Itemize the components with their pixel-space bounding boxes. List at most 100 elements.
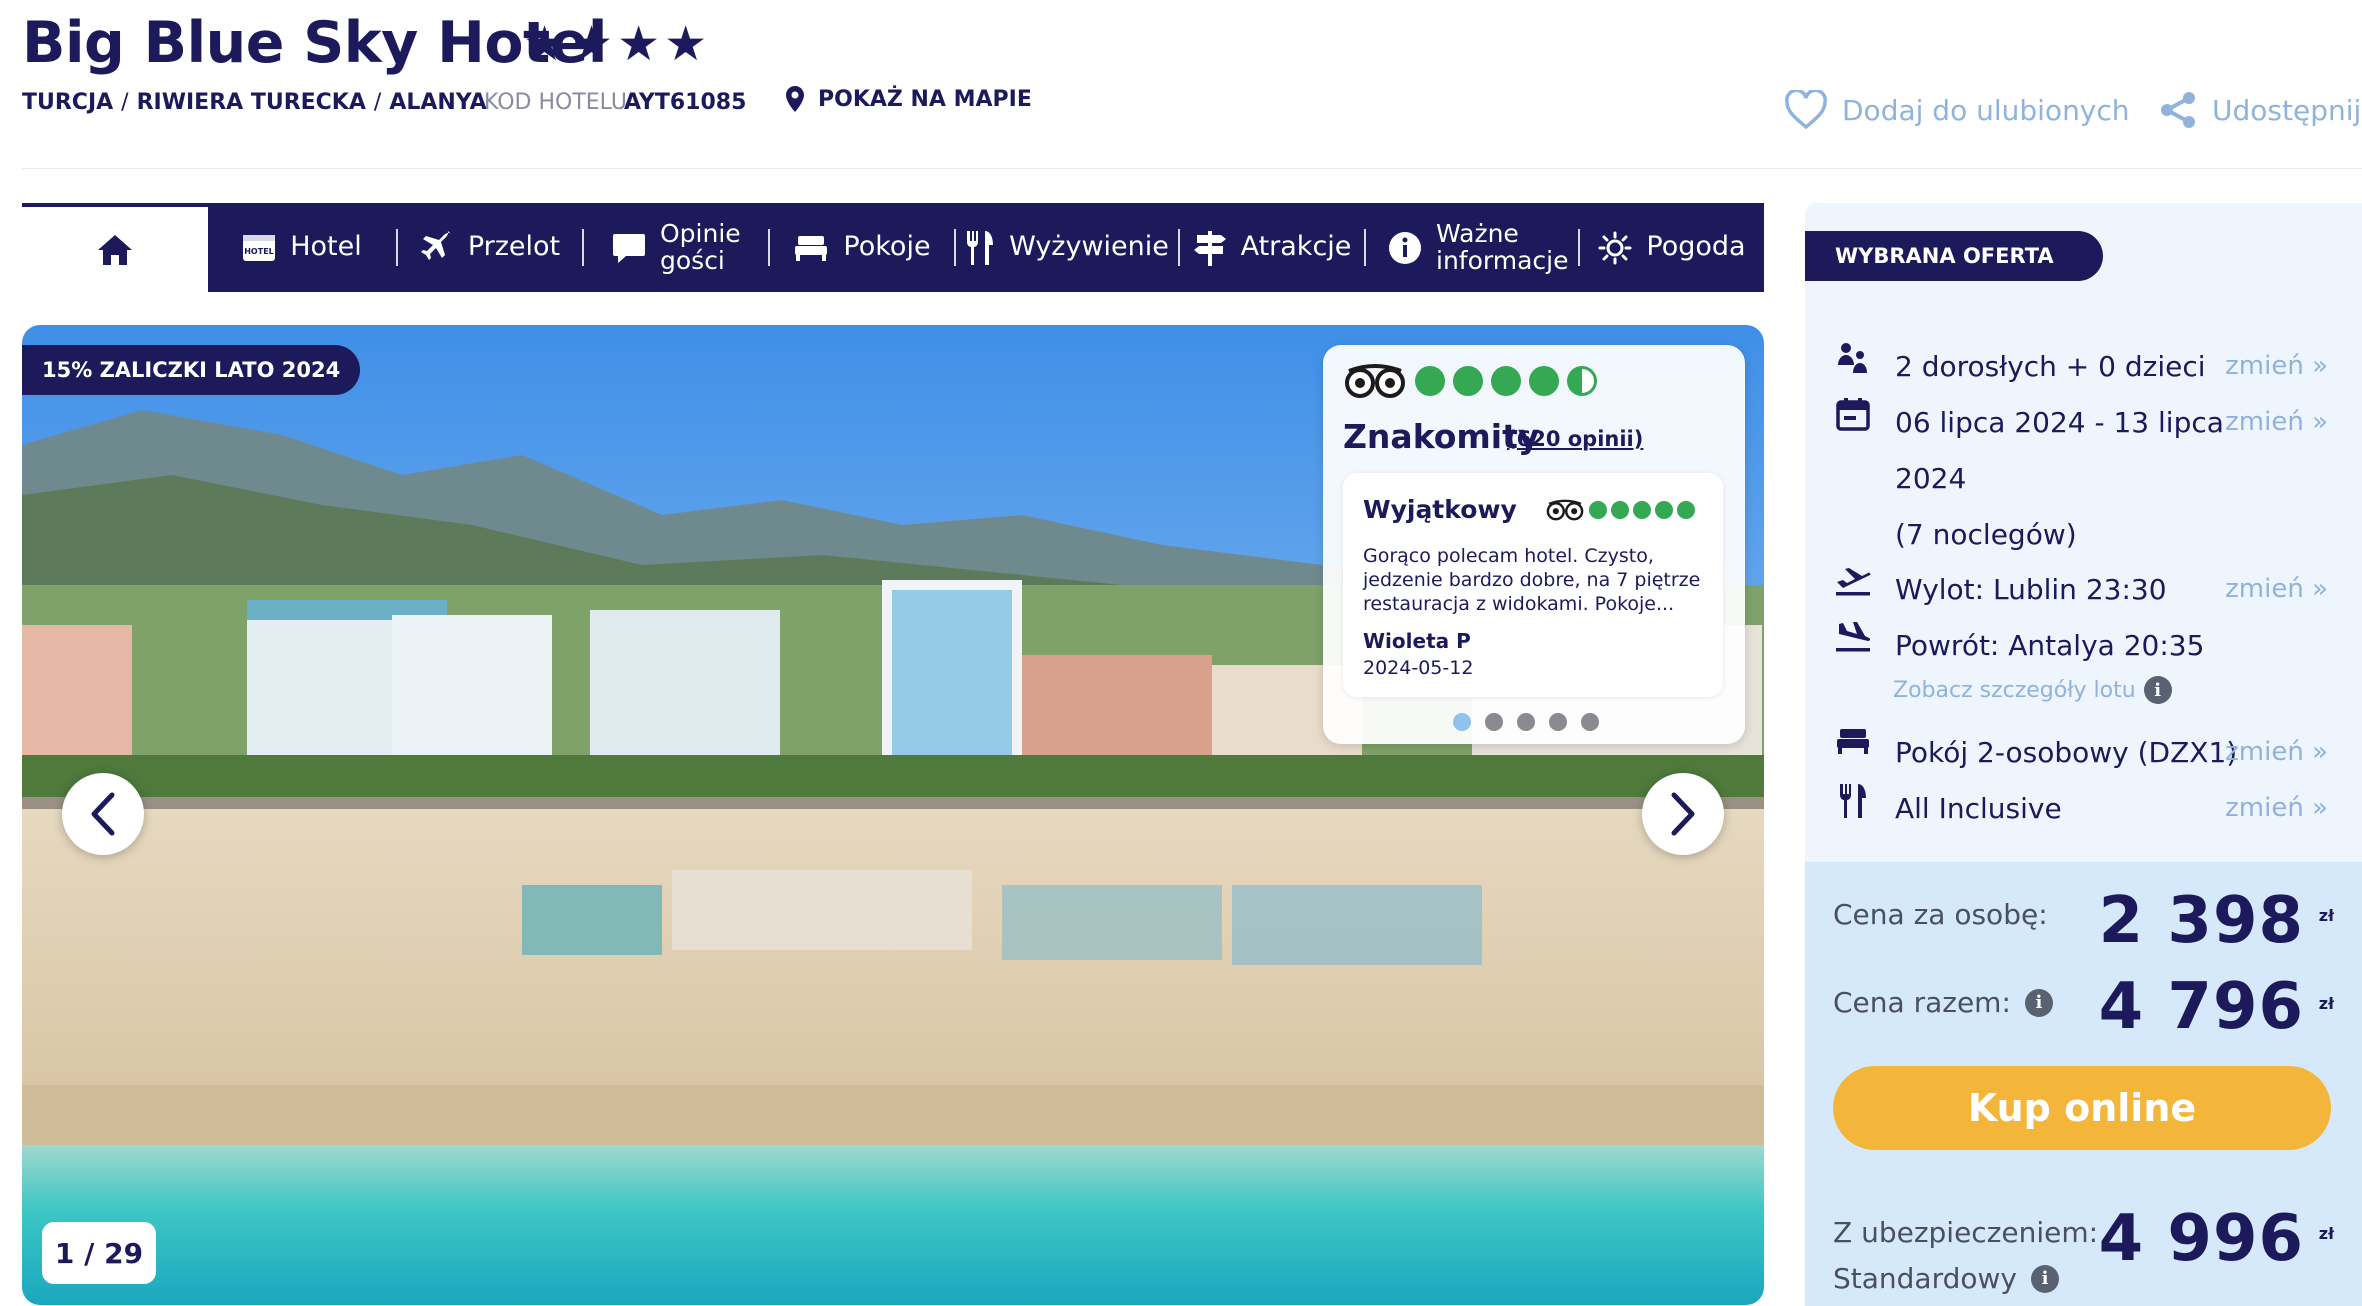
carousel-dot[interactable] [1485,713,1503,731]
price-total: 4 796 [2098,970,2304,1044]
bed-icon [795,235,828,261]
show-on-map-link[interactable]: POKAŻ NA MAPIE [786,86,1032,112]
info-icon [1389,231,1421,264]
gallery-prev-button[interactable] [62,773,144,855]
breadcrumb-separator: / [373,90,382,115]
review-count-link[interactable]: (620 opinii) [1507,427,1643,451]
hotel-title: Big Blue Sky Hotel [22,10,607,76]
breadcrumb-separator: / [121,90,129,115]
insurance-label-line1: Z ubezpieczeniem: [1833,1216,2099,1249]
plane-icon [420,230,451,260]
plane-departure-icon [1836,568,1871,596]
tab-flight-label: Przelot [467,231,561,263]
offer-room: Pokój 2-osobowy (DZX1) [1895,736,2238,769]
price-with-insurance: 4 996 [2098,1202,2304,1276]
tab-flight[interactable]: Przelot [398,203,582,292]
price-per-person-label: Cena za osobę: [1833,898,2048,931]
selected-offer-badge: WYBRANA OFERTA [1805,231,2103,281]
plane-arrival-icon [1836,622,1871,652]
rating-bubble [1415,366,1445,396]
rating-bubble-half [1567,366,1597,396]
tab-home[interactable] [22,203,208,292]
offer-travelers-row: 2 dorosłych + 0 dzieci [1835,339,2206,395]
hotel-stars: ★★★★ [523,16,712,72]
info-icon[interactable]: i [2024,988,2053,1017]
tab-weather[interactable]: Pogoda [1580,203,1764,292]
share-icon [2161,92,2195,128]
info-icon[interactable]: i [2030,1264,2059,1293]
change-departure-link[interactable]: zmień » [2225,574,2328,604]
tab-hotel[interactable]: HOTEL Hotel [208,203,396,292]
rating-bubble [1611,501,1629,519]
insurance-label-line2: Standardowy [1833,1262,2017,1295]
breadcrumb-city[interactable]: ALANYA [389,90,486,115]
cutlery-icon [1840,784,1866,818]
rating-bubble [1491,366,1521,396]
gallery-counter: 1 / 29 [42,1222,156,1284]
tab-reviews[interactable]: Opinie gości [584,203,768,292]
tab-rooms-label: Pokoje [843,231,931,263]
tab-reviews-label: Opinie gości [660,219,741,275]
flight-details-label: Zobacz szczegóły lotu [1893,677,2136,703]
calendar-icon [1836,398,1870,431]
share-label: Udostępnij [2212,93,2362,127]
breadcrumb-region[interactable]: RIWIERA TURECKA [137,90,366,115]
tab-rooms[interactable]: Pokoje [770,203,954,292]
bed-icon [1837,729,1869,754]
sun-icon [1598,231,1632,264]
tripadvisor-review-card: Znakomity (620 opinii) Wyjątkowy Gorąco … [1323,345,1745,744]
carousel-dot[interactable] [1453,713,1471,731]
change-room-link[interactable]: zmień » [2225,737,2328,767]
tab-attractions-label: Atrakcje [1240,231,1352,263]
home-icon [98,234,132,265]
header-divider [22,168,2362,169]
buy-online-button[interactable]: Kup online [1833,1066,2331,1150]
change-travelers-link[interactable]: zmień » [2225,351,2328,381]
review-text: Gorąco polecam hotel. Czysto, jedzenie b… [1363,545,1701,615]
heart-icon [1785,90,1827,130]
tripadvisor-rating [1343,363,1597,399]
rating-bubble [1677,501,1695,519]
tab-important-info[interactable]: Ważne informacje [1366,203,1578,292]
signpost-icon [1193,230,1226,266]
chevron-right-icon [1671,792,1695,836]
breadcrumb-country[interactable]: TURCJA [22,90,113,115]
info-icon: i [2143,676,2172,704]
offer-departure-row: Wylot: Lublin 23:30 [1835,562,2167,618]
gallery-next-button[interactable] [1642,773,1724,855]
review-item[interactable]: Wyjątkowy Gorąco polecam hotel. Czysto, … [1343,473,1723,697]
cutlery-icon [967,230,994,265]
price-per-person: 2 398 [2098,884,2304,958]
svg-text:HOTEL: HOTEL [244,247,274,256]
promo-badge: 15% ZALICZKI LATO 2024 [22,345,361,395]
share-button[interactable]: Udostępnij [2158,90,2361,130]
change-dates-link[interactable]: zmień » [2225,407,2328,437]
offer-return-row: Powrót: Antalya 20:35 [1835,618,2204,674]
insurance-label-group: Standardowy i [1833,1262,2059,1295]
rating-bubble [1633,501,1651,519]
section-nav: HOTEL Hotel Przelot Opinie gości Pokoje … [22,203,1764,292]
carousel-dot[interactable] [1517,713,1535,731]
flight-details-link[interactable]: Zobacz szczegóły lotu i [1893,676,2172,704]
offer-dates-row: 06 lipca 2024 - 13 lipca 2024 (7 noclegó… [1835,395,2224,563]
people-icon [1838,343,1867,373]
carousel-dot[interactable] [1549,713,1567,731]
currency-label: zł [2318,994,2334,1013]
tripadvisor-owl-icon [1546,499,1584,521]
review-author: Wioleta P [1363,629,1471,653]
tab-important-info-label: Ważne informacje [1436,219,1569,275]
currency-label: zł [2318,906,2334,925]
map-pin-icon [786,86,804,112]
offer-travelers: 2 dorosłych + 0 dzieci [1895,350,2206,383]
add-to-favorites-button[interactable]: Dodaj do ulubionych [1784,90,2130,130]
carousel-dot[interactable] [1581,713,1599,731]
hotel-code-value: AYT61085 [624,90,747,115]
offer-board: All Inclusive [1895,792,2062,825]
tab-meals[interactable]: Wyżywienie [956,203,1178,292]
change-board-link[interactable]: zmień » [2225,793,2328,823]
chevron-left-icon [91,792,115,836]
currency-label: zł [2318,1224,2334,1243]
rating-bubble [1655,501,1673,519]
tab-attractions[interactable]: Atrakcje [1180,203,1364,292]
offer-board-row: All Inclusive [1835,781,2062,837]
